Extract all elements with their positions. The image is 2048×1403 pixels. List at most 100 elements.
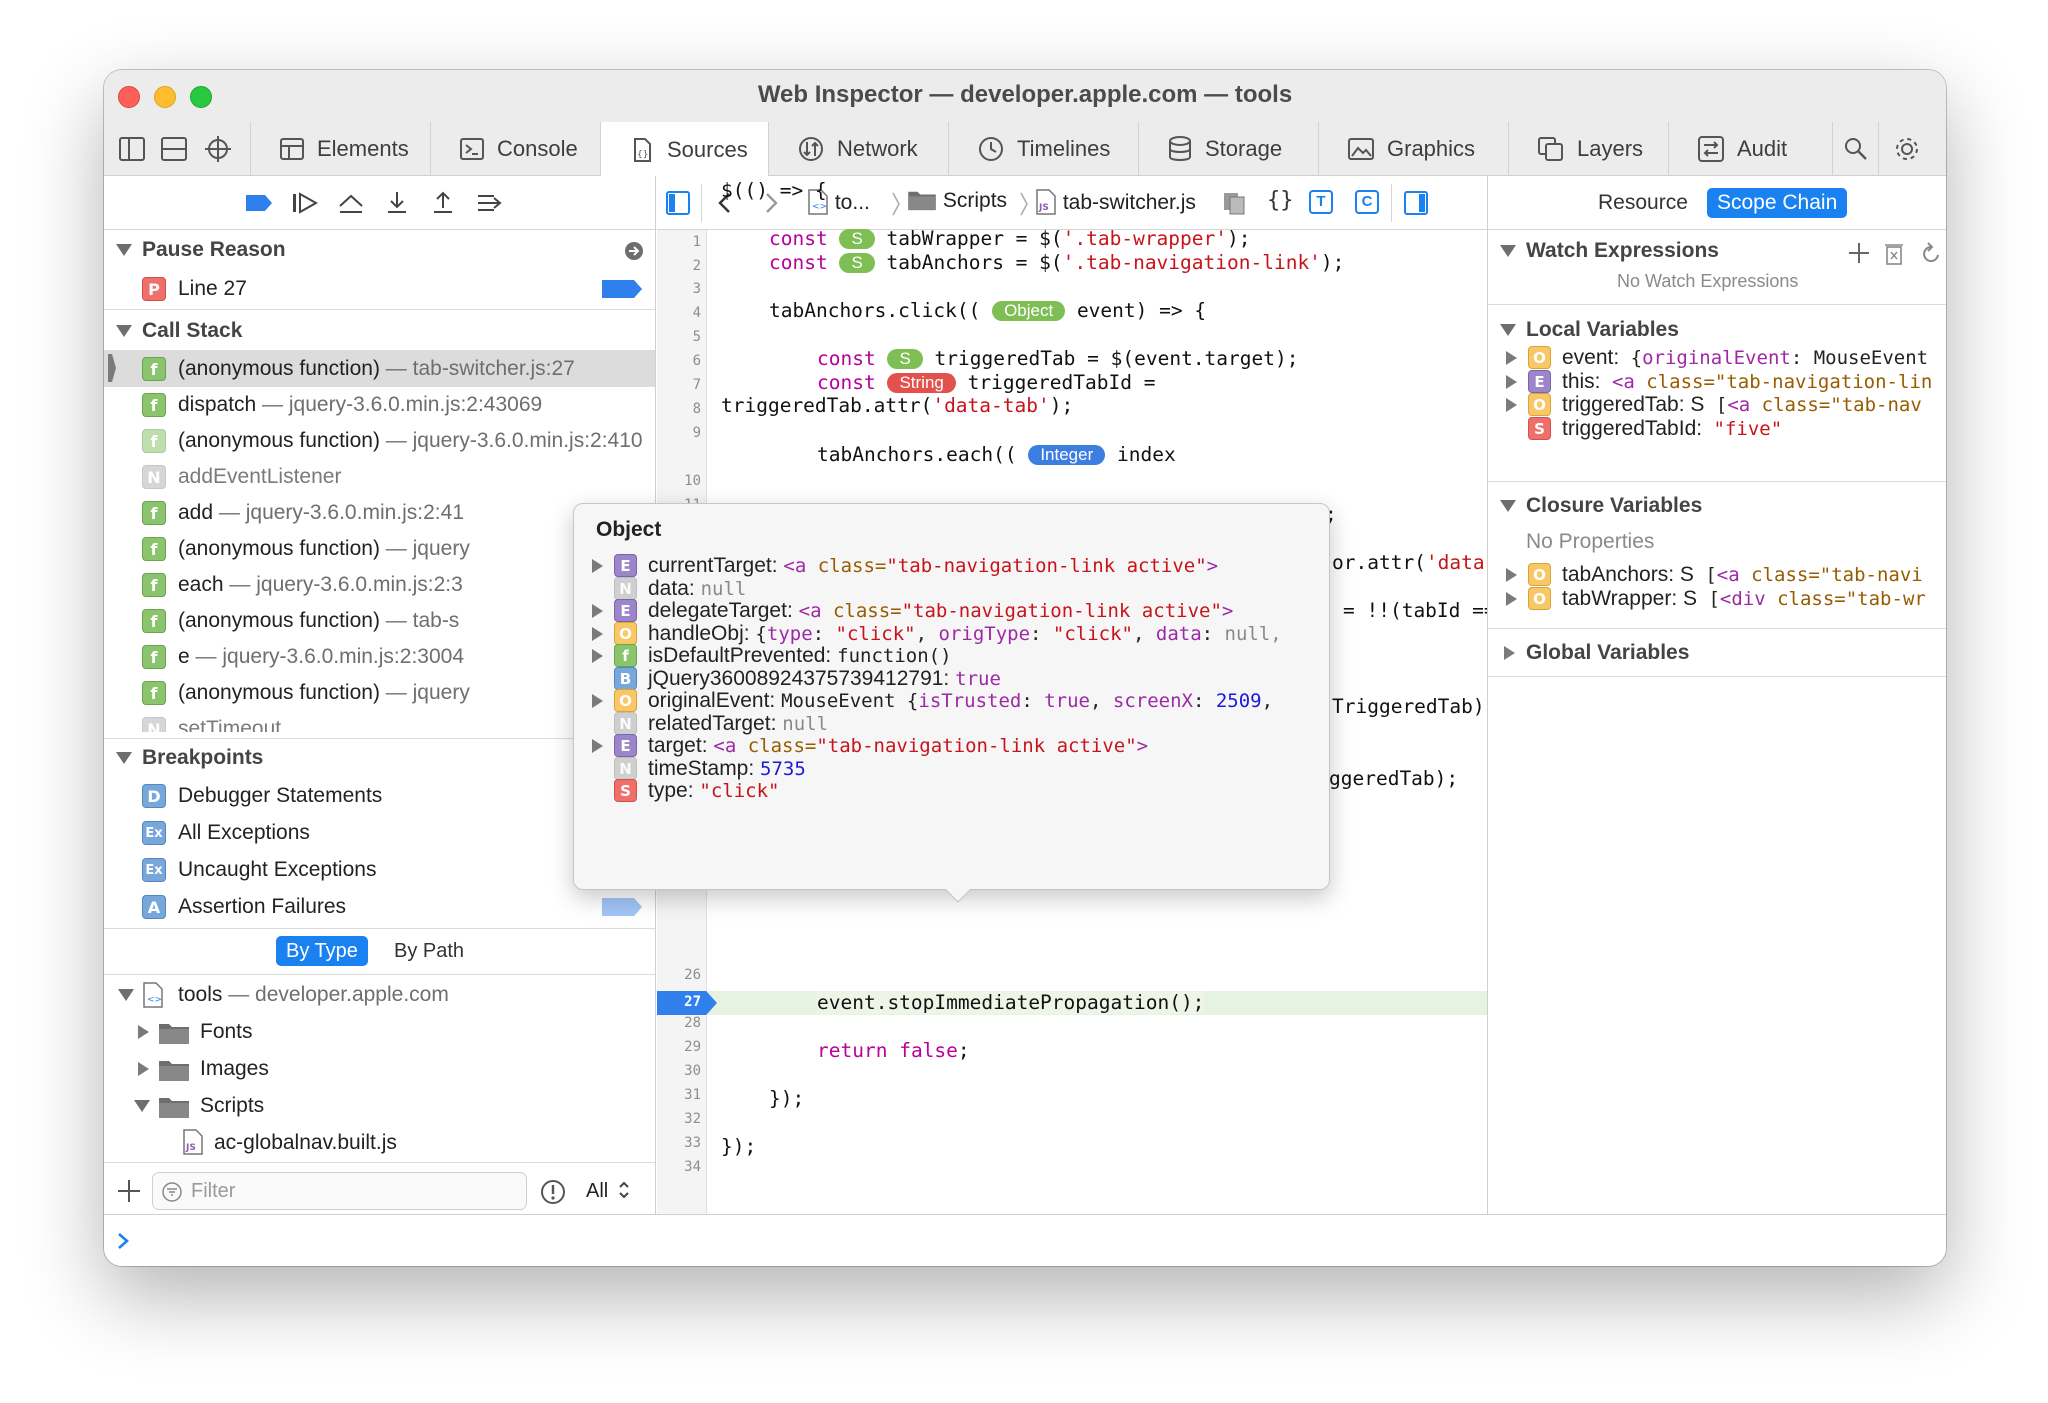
- add-watch-icon[interactable]: [1848, 242, 1870, 264]
- call-frame-row[interactable]: f dispatch — jquery-3.6.0.min.js:2:43069: [104, 386, 655, 423]
- dock-bottom-icon[interactable]: [160, 136, 188, 162]
- breakpoint-marker-icon[interactable]: [602, 898, 642, 916]
- code-line[interactable]: });: [769, 1087, 804, 1110]
- disclosure-open-icon: [134, 1100, 150, 1112]
- tree-file[interactable]: JS ac-globalnav.built.js: [104, 1124, 655, 1161]
- disclosure-closed-icon[interactable]: [592, 559, 603, 573]
- tab-graphics[interactable]: Graphics: [1318, 122, 1508, 176]
- tree-root[interactable]: <> tools — developer.apple.com: [104, 976, 655, 1013]
- clear-watch-icon[interactable]: [1884, 241, 1904, 265]
- call-frame-row[interactable]: f (anonymous function) — tab-switcher.js:…: [104, 350, 655, 387]
- type-profiler-toggle[interactable]: T: [1309, 190, 1333, 214]
- continue-icon[interactable]: [290, 190, 320, 216]
- code-line[interactable]: const String triggeredTabId =: [817, 371, 1155, 394]
- tab-sources[interactable]: {} Sources: [600, 122, 768, 177]
- call-stack-header[interactable]: Call Stack: [104, 313, 655, 349]
- code-line[interactable]: or.attr('data-tab');: [1332, 551, 1487, 574]
- pretty-print-icon[interactable]: {}: [1267, 188, 1294, 213]
- navigator-toggle-icon[interactable]: [665, 190, 691, 221]
- tab-storage[interactable]: Storage: [1138, 122, 1318, 176]
- gear-icon[interactable]: [1878, 122, 1934, 176]
- copy-icon[interactable]: [1221, 190, 1247, 221]
- audit-icon: [1698, 136, 1724, 162]
- function-badge-icon: f: [142, 609, 166, 633]
- breakpoint-marker-icon[interactable]: [602, 280, 642, 298]
- object-property-row[interactable]: Stype: "click": [574, 776, 1331, 805]
- current-line-marker[interactable]: 27: [657, 991, 717, 1015]
- code-coverage-toggle[interactable]: C: [1355, 190, 1379, 214]
- filter-icon: [162, 1182, 182, 1202]
- variable-row[interactable]: OtabWrapper: S [<div class="tab-wr: [1488, 584, 1946, 614]
- js-file-icon: JS: [183, 1129, 203, 1155]
- console-prompt[interactable]: [104, 1214, 1946, 1266]
- variable-value: "five": [1713, 417, 1783, 440]
- tab-console[interactable]: Console: [430, 122, 600, 176]
- tree-folder[interactable]: Fonts: [104, 1013, 655, 1050]
- code-line[interactable]: = !!(tabId ===: [1343, 599, 1487, 622]
- breadcrumb-folder[interactable]: Scripts: [907, 189, 1007, 213]
- global-variables-header[interactable]: Global Variables: [1488, 636, 1946, 670]
- tab-network[interactable]: Network: [768, 122, 948, 176]
- tab-audit[interactable]: Audit: [1668, 122, 1818, 176]
- code-line[interactable]: const S tabAnchors = $('.tab-navigation-…: [769, 251, 1344, 274]
- dock-side-icon[interactable]: [118, 136, 146, 162]
- code-line[interactable]: TriggeredTab);: [1332, 695, 1487, 718]
- breakpoint-label: All Exceptions: [178, 821, 310, 844]
- watch-expressions-header[interactable]: Watch Expressions: [1488, 234, 1946, 268]
- disclosure-closed-icon[interactable]: [1506, 591, 1517, 606]
- step-icon[interactable]: [474, 190, 504, 216]
- resource-tab[interactable]: Resource: [1588, 188, 1698, 218]
- code-line[interactable]: const S tabWrapper = $('.tab-wrapper');: [769, 227, 1251, 250]
- variable-row[interactable]: StriggeredTabId: "five": [1488, 414, 1946, 444]
- code-line[interactable]: event.stopImmediatePropagation();: [817, 991, 1205, 1014]
- refresh-icon[interactable]: [1920, 241, 1942, 265]
- disclosure-closed-icon[interactable]: [1506, 351, 1517, 365]
- breakpoint-row[interactable]: A Assertion Failures: [104, 888, 655, 925]
- code-line[interactable]: $(() => {: [721, 179, 827, 202]
- warning-filter-icon[interactable]: [540, 1179, 566, 1210]
- disclosure-closed-icon[interactable]: [592, 604, 603, 618]
- search-icon[interactable]: [1832, 122, 1878, 176]
- tree-folder[interactable]: Images: [104, 1050, 655, 1087]
- step-out-icon[interactable]: [428, 190, 458, 216]
- details-sidebar-toggle-icon[interactable]: [1403, 190, 1429, 221]
- call-frame-row[interactable]: f (anonymous function) — jquery-3.6.0.min…: [104, 422, 655, 459]
- object-preview-popover[interactable]: Object EcurrentTarget: <a class="tab-nav…: [573, 503, 1330, 890]
- tab-elements[interactable]: Elements: [250, 122, 430, 176]
- code-line[interactable]: });: [721, 1135, 756, 1158]
- pause-reason-row[interactable]: P Line 27: [104, 270, 655, 307]
- closure-variables-header[interactable]: Closure Variables: [1488, 489, 1946, 523]
- local-variables-header[interactable]: Local Variables: [1488, 313, 1946, 347]
- disclosure-closed-icon[interactable]: [592, 626, 603, 641]
- code-line[interactable]: tabAnchors.click(( Object event) => {: [769, 299, 1206, 322]
- code-line[interactable]: const S triggeredTab = $(event.target);: [817, 347, 1298, 370]
- disclosure-closed-icon[interactable]: [592, 649, 603, 663]
- disclosure-closed-icon[interactable]: [592, 739, 603, 753]
- disclosure-closed-icon[interactable]: [592, 694, 603, 708]
- code-line[interactable]: triggeredTab.attr('data-tab');: [721, 394, 1073, 417]
- disclosure-closed-icon[interactable]: [1506, 568, 1517, 582]
- code-line[interactable]: ggeredTab);: [1329, 767, 1458, 790]
- breakpoints-toggle-icon[interactable]: [244, 190, 274, 216]
- scope-chain-tab[interactable]: Scope Chain: [1707, 188, 1848, 218]
- breadcrumb-file[interactable]: JS tab-switcher.js: [1035, 189, 1196, 215]
- pause-reason-header[interactable]: Pause Reason: [104, 232, 655, 268]
- filter-field[interactable]: Filter: [152, 1172, 527, 1210]
- code-line[interactable]: return false;: [817, 1039, 970, 1062]
- tab-layers[interactable]: Layers: [1508, 122, 1668, 176]
- step-into-icon[interactable]: [382, 190, 412, 216]
- tree-folder[interactable]: Scripts: [104, 1087, 655, 1124]
- add-icon[interactable]: [116, 1178, 142, 1209]
- step-over-icon[interactable]: [336, 190, 366, 216]
- by-type-button[interactable]: By Type: [276, 936, 368, 966]
- code-line[interactable]: tabAnchors.each(( Integer index: [817, 443, 1176, 466]
- by-path-button[interactable]: By Path: [384, 936, 474, 966]
- scope-select[interactable]: All: [586, 1180, 630, 1203]
- call-frame-row[interactable]: NaddEventListener: [104, 458, 655, 495]
- element-picker-icon[interactable]: [204, 136, 232, 162]
- breakpoint-label: Assertion Failures: [178, 895, 347, 918]
- tab-timelines[interactable]: Timelines: [948, 122, 1138, 176]
- disclosure-closed-icon[interactable]: [1506, 398, 1517, 412]
- go-to-icon[interactable]: [624, 241, 644, 261]
- disclosure-closed-icon[interactable]: [1506, 374, 1517, 389]
